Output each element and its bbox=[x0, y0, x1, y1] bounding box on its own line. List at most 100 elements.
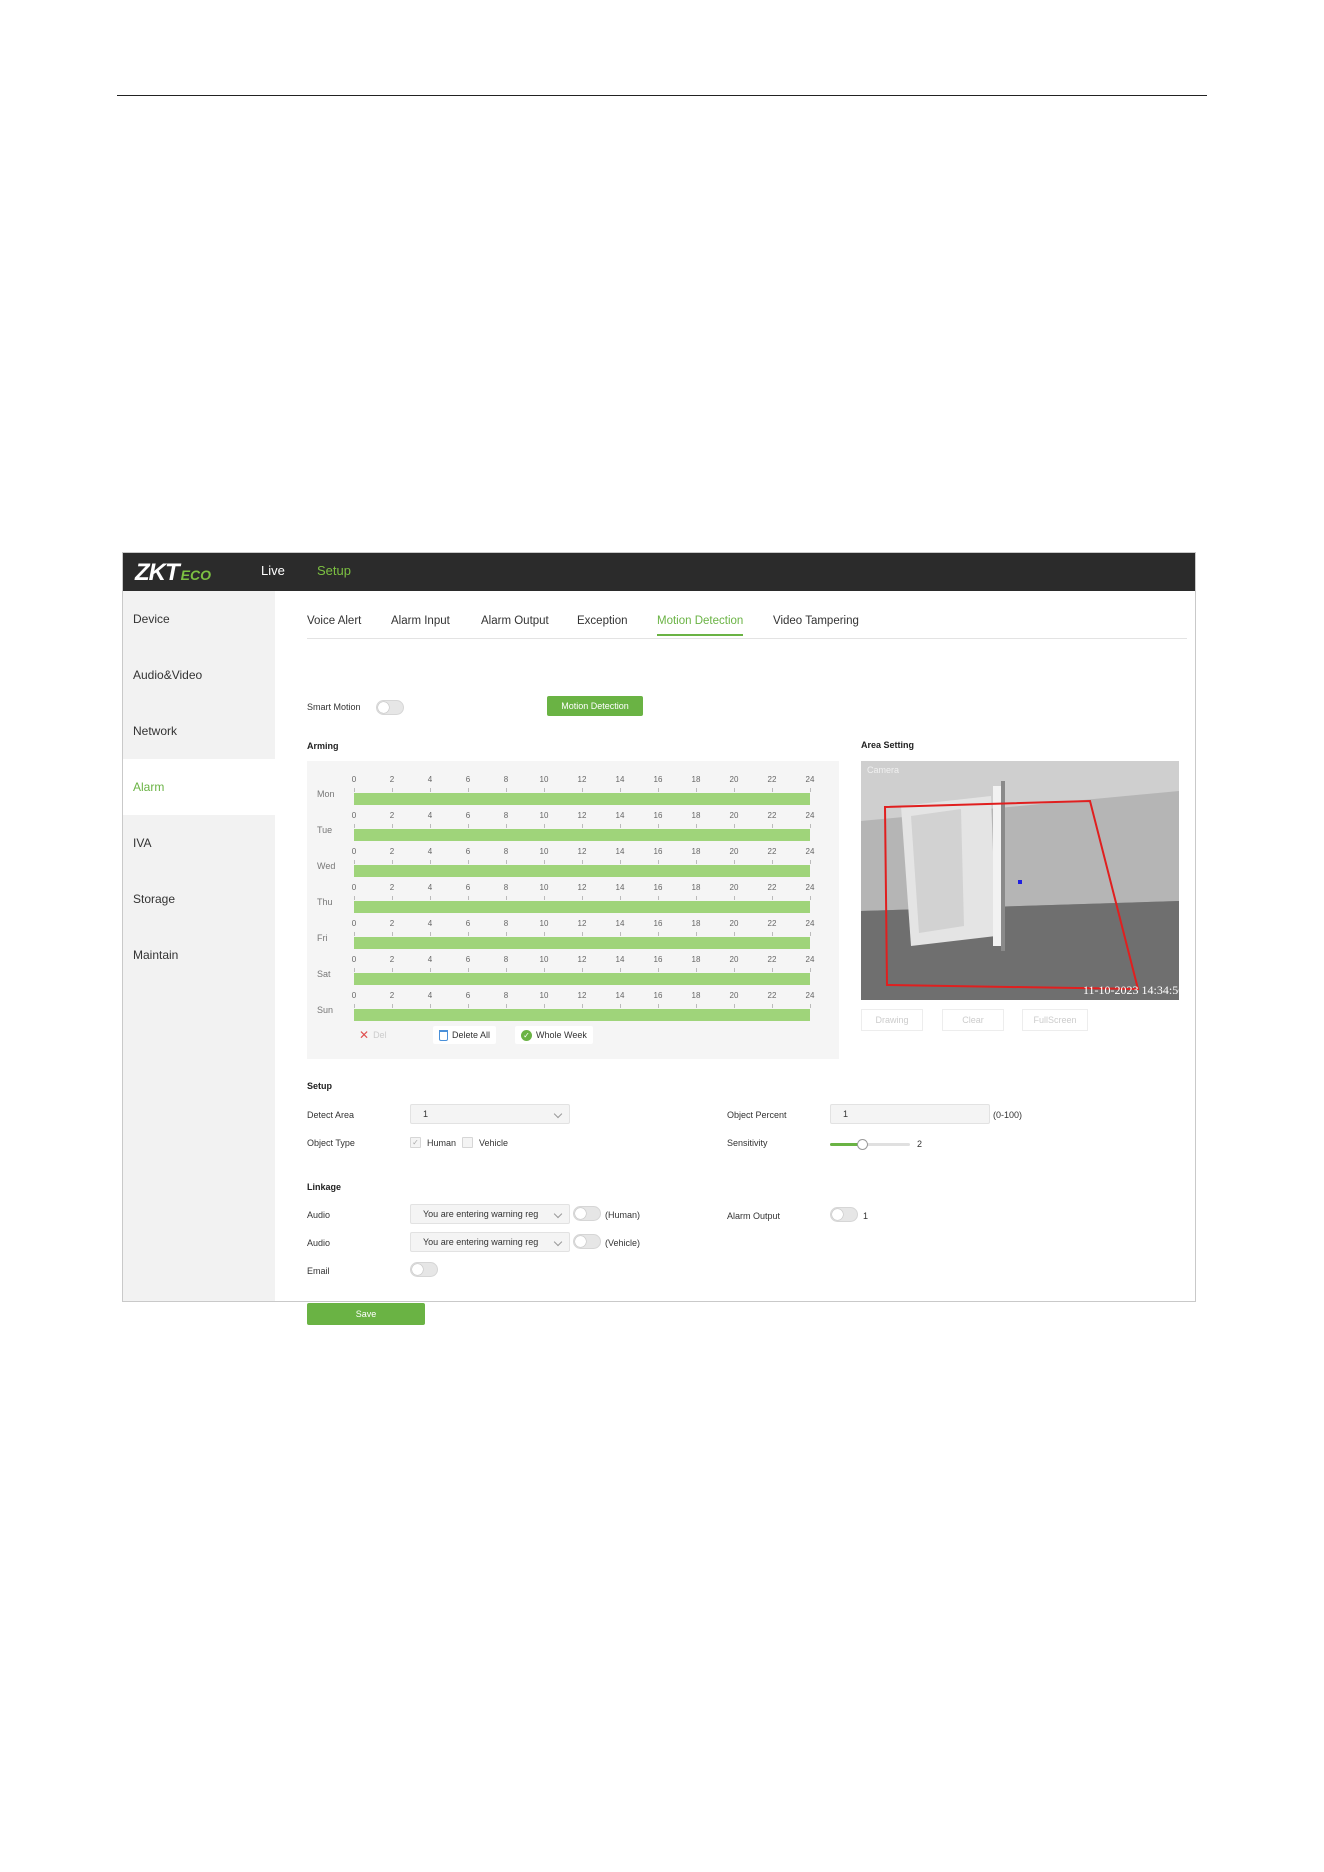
email-toggle[interactable] bbox=[410, 1262, 438, 1277]
trash-icon bbox=[439, 1029, 448, 1041]
hour-tick-mark bbox=[734, 860, 735, 864]
tab-voice-alert[interactable]: Voice Alert bbox=[307, 615, 361, 627]
hour-tick-mark bbox=[582, 1004, 583, 1008]
hour-tick-label: 8 bbox=[503, 775, 509, 784]
area-setting-title: Area Setting bbox=[861, 740, 915, 750]
whole-week-button[interactable]: ✓ Whole Week bbox=[515, 1026, 593, 1044]
hour-tick-mark bbox=[734, 932, 735, 936]
clear-button[interactable]: Clear bbox=[942, 1009, 1004, 1031]
fullscreen-button[interactable]: FullScreen bbox=[1022, 1009, 1088, 1031]
delete-all-button[interactable]: Delete All bbox=[433, 1026, 497, 1044]
hour-tick-mark bbox=[582, 932, 583, 936]
sidebar-item-iva[interactable]: IVA bbox=[123, 815, 275, 871]
day-label: Mon bbox=[317, 789, 335, 799]
audio-select-human[interactable]: You are entering warning reg bbox=[410, 1204, 570, 1224]
human-checkbox[interactable]: ✓ bbox=[410, 1137, 421, 1148]
hour-tick-mark bbox=[354, 896, 355, 900]
hour-tick-label: 8 bbox=[503, 847, 509, 856]
vehicle-label: Vehicle bbox=[479, 1138, 509, 1148]
hour-tick-mark bbox=[506, 968, 507, 972]
arming-title: Arming bbox=[307, 741, 339, 751]
hour-tick-mark bbox=[354, 932, 355, 936]
day-label: Thu bbox=[317, 897, 333, 907]
save-button[interactable]: Save bbox=[307, 1303, 425, 1325]
hour-tick-label: 6 bbox=[465, 811, 471, 820]
camera-name-label: Camera bbox=[867, 765, 900, 775]
sidebar-item-alarm[interactable]: Alarm bbox=[123, 759, 275, 815]
hour-tick-label: 2 bbox=[389, 775, 395, 784]
hour-tick-mark bbox=[658, 788, 659, 792]
sidebar-item-device[interactable]: Device bbox=[123, 591, 275, 647]
alarm-output-label: Alarm Output bbox=[727, 1211, 781, 1221]
tab-exception[interactable]: Exception bbox=[577, 615, 628, 627]
audio-human-tag: (Human) bbox=[605, 1210, 641, 1220]
schedule-bar[interactable] bbox=[354, 1009, 810, 1021]
hour-tick-label: 2 bbox=[389, 811, 395, 820]
hour-tick-label: 10 bbox=[539, 811, 549, 820]
schedule-bar[interactable] bbox=[354, 829, 810, 841]
hour-tick-mark bbox=[430, 788, 431, 792]
email-label: Email bbox=[307, 1266, 330, 1276]
schedule-bar[interactable] bbox=[354, 865, 810, 877]
hour-tick-mark bbox=[772, 860, 773, 864]
hour-tick-mark bbox=[582, 788, 583, 792]
sidebar-item-storage[interactable]: Storage bbox=[123, 871, 275, 927]
sensitivity-slider[interactable] bbox=[830, 1143, 910, 1146]
hour-tick-mark bbox=[430, 896, 431, 900]
vehicle-checkbox[interactable] bbox=[462, 1137, 473, 1148]
tab-alarm-input[interactable]: Alarm Input bbox=[391, 615, 450, 627]
hour-tick-mark bbox=[772, 968, 773, 972]
hour-tick-mark bbox=[354, 860, 355, 864]
audio-vehicle-toggle[interactable] bbox=[573, 1234, 601, 1249]
hour-tick-mark bbox=[696, 896, 697, 900]
nav-setup[interactable]: Setup bbox=[317, 563, 351, 578]
hour-tick-label: 20 bbox=[729, 991, 739, 1000]
schedule-bar[interactable] bbox=[354, 973, 810, 985]
hour-tick-mark bbox=[658, 824, 659, 828]
hour-tick-label: 18 bbox=[691, 811, 701, 820]
hour-tick-mark bbox=[810, 932, 811, 936]
schedule-row-tue: 0 2 4 6 8 10 12 14 16 18 20 22 24 Tue bbox=[307, 811, 839, 847]
object-percent-input[interactable]: 1 bbox=[830, 1104, 990, 1124]
tab-alarm-output[interactable]: Alarm Output bbox=[481, 615, 549, 627]
hour-tick-mark bbox=[468, 968, 469, 972]
hour-tick-label: 6 bbox=[465, 883, 471, 892]
hour-tick-label: 14 bbox=[615, 883, 625, 892]
schedule-bar[interactable] bbox=[354, 793, 810, 805]
hour-tick-label: 2 bbox=[389, 955, 395, 964]
audio-select-vehicle[interactable]: You are entering warning reg bbox=[410, 1232, 570, 1252]
tab-video-tampering[interactable]: Video Tampering bbox=[773, 615, 859, 627]
hour-tick-label: 22 bbox=[767, 775, 777, 784]
tab-motion-detection[interactable]: Motion Detection bbox=[657, 615, 744, 636]
sensitivity-knob[interactable] bbox=[857, 1139, 868, 1150]
detect-area-select[interactable]: 1 bbox=[410, 1104, 570, 1124]
hour-tick-label: 4 bbox=[427, 991, 433, 1000]
main-panel: Voice Alert Alarm Input Alarm Output Exc… bbox=[275, 591, 1195, 1325]
hour-tick-mark bbox=[468, 896, 469, 900]
hour-tick-mark bbox=[696, 932, 697, 936]
audio-human-toggle[interactable] bbox=[573, 1206, 601, 1221]
hour-tick-mark bbox=[506, 1004, 507, 1008]
schedule-bar[interactable] bbox=[354, 937, 810, 949]
nav-live[interactable]: Live bbox=[261, 563, 285, 578]
schedule-bar[interactable] bbox=[354, 901, 810, 913]
hour-tick-label: 10 bbox=[539, 775, 549, 784]
hour-tick-label: 12 bbox=[577, 955, 587, 964]
hour-tick-mark bbox=[582, 824, 583, 828]
sidebar-item-maintain[interactable]: Maintain bbox=[123, 927, 275, 983]
drawing-button[interactable]: Drawing bbox=[861, 1009, 923, 1031]
alarm-output-toggle[interactable] bbox=[830, 1207, 858, 1222]
camera-timestamp: 11-10-2023 14:34:56 bbox=[1083, 983, 1179, 997]
sidebar-item-network[interactable]: Network bbox=[123, 703, 275, 759]
alarm-output-value: 1 bbox=[863, 1211, 869, 1221]
hour-tick-label: 2 bbox=[389, 883, 395, 892]
del-label: Del bbox=[373, 1030, 387, 1040]
hour-tick-label: 0 bbox=[351, 919, 357, 928]
camera-preview[interactable]: Camera 11-10-2023 14:34:56 bbox=[861, 761, 1179, 1000]
sidebar-item-audio-video[interactable]: Audio&Video bbox=[123, 647, 275, 703]
smart-motion-toggle[interactable] bbox=[376, 700, 404, 715]
motion-detection-button[interactable]: Motion Detection bbox=[547, 696, 643, 716]
hour-tick-label: 12 bbox=[577, 847, 587, 856]
del-button[interactable]: ✕ Del bbox=[353, 1026, 393, 1044]
hour-tick-mark bbox=[506, 788, 507, 792]
